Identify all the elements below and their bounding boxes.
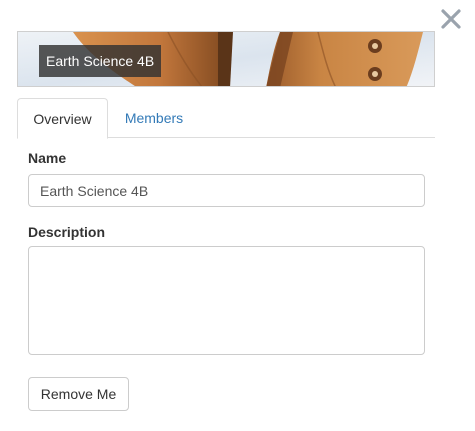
tab-overview[interactable]: Overview	[17, 98, 108, 139]
tab-bar: Overview Members	[17, 98, 435, 139]
description-textarea[interactable]	[28, 246, 425, 355]
remove-me-button[interactable]: Remove Me	[28, 377, 129, 411]
name-label: Name	[28, 150, 67, 166]
description-label: Description	[28, 224, 106, 240]
close-icon	[441, 9, 461, 29]
group-title-badge: Earth Science 4B	[39, 45, 162, 77]
group-settings-dialog: Earth Science 4B Overview Members Name D…	[0, 0, 475, 431]
group-banner: Earth Science 4B	[17, 31, 435, 87]
tab-members[interactable]: Members	[114, 98, 194, 138]
close-button[interactable]	[438, 6, 464, 32]
name-input[interactable]	[28, 174, 425, 207]
